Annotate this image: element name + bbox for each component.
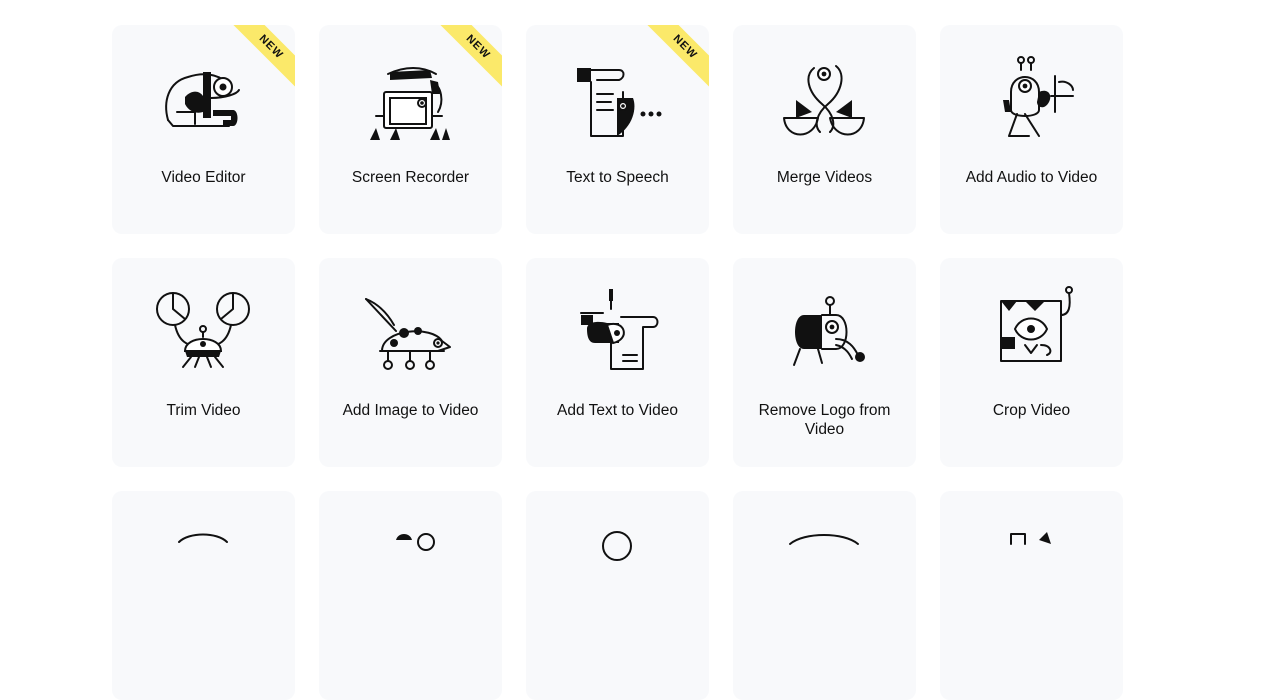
tool-label: Video Editor bbox=[161, 169, 246, 186]
tool-card-partial[interactable] bbox=[940, 491, 1123, 700]
partial-illustration-icon bbox=[396, 533, 435, 551]
tool-card-screen-recorder[interactable]: NEW Screen Recorder bbox=[319, 25, 502, 234]
square-face-illustration-icon bbox=[1000, 286, 1073, 362]
partial-illustration-icon bbox=[178, 533, 228, 543]
pill-creature-illustration-icon bbox=[793, 296, 865, 366]
tool-card-add-audio-to-video[interactable]: Add Audio to Video bbox=[940, 25, 1123, 234]
tool-card-add-image-to-video[interactable]: Add Image to Video bbox=[319, 258, 502, 467]
chameleon-illustration-icon bbox=[165, 72, 240, 127]
partial-illustration-icon bbox=[789, 534, 859, 545]
tool-label: Text to Speech bbox=[566, 169, 669, 186]
tool-label: Add Audio to Video bbox=[965, 169, 1098, 186]
tool-card-partial[interactable] bbox=[526, 491, 709, 700]
tool-label: Add Text to Video bbox=[557, 402, 678, 419]
tool-card-merge-videos[interactable]: Merge Videos bbox=[733, 25, 916, 234]
tool-card-remove-logo-from-video[interactable]: Remove Logo from Video bbox=[733, 258, 916, 467]
tool-card-video-editor[interactable]: NEW Video Editor bbox=[112, 25, 295, 234]
screen-creature-illustration-icon bbox=[370, 67, 450, 140]
tool-label: Add Image to Video bbox=[342, 402, 479, 419]
tool-label: Trim Video bbox=[166, 402, 241, 419]
crab-illustration-icon bbox=[156, 292, 250, 368]
partial-illustration-icon bbox=[1010, 532, 1051, 545]
scroll-bird-illustration-icon bbox=[577, 68, 662, 137]
tools-grid: NEW Video Editor NEW Screen Recorder NEW… bbox=[112, 25, 1123, 700]
musician-creature-illustration-icon bbox=[1003, 56, 1074, 137]
tool-card-partial[interactable] bbox=[319, 491, 502, 700]
tool-card-trim-video[interactable]: Trim Video bbox=[112, 258, 295, 467]
tool-card-partial[interactable] bbox=[112, 491, 295, 700]
tool-card-add-text-to-video[interactable]: Add Text to Video bbox=[526, 258, 709, 467]
twin-birds-illustration-icon bbox=[783, 65, 865, 136]
tool-label: Remove Logo from Video bbox=[758, 402, 891, 438]
tool-card-crop-video[interactable]: Crop Video bbox=[940, 258, 1123, 467]
tool-label: Crop Video bbox=[992, 402, 1071, 419]
tool-card-text-to-speech[interactable]: NEW Text to Speech bbox=[526, 25, 709, 234]
tool-label: Merge Videos bbox=[776, 169, 873, 186]
brush-bug-illustration-icon bbox=[365, 298, 451, 370]
partial-illustration-icon bbox=[602, 531, 632, 561]
text-scroll-creature-illustration-icon bbox=[580, 289, 659, 370]
tool-card-partial[interactable] bbox=[733, 491, 916, 700]
tool-label: Screen Recorder bbox=[351, 169, 470, 186]
